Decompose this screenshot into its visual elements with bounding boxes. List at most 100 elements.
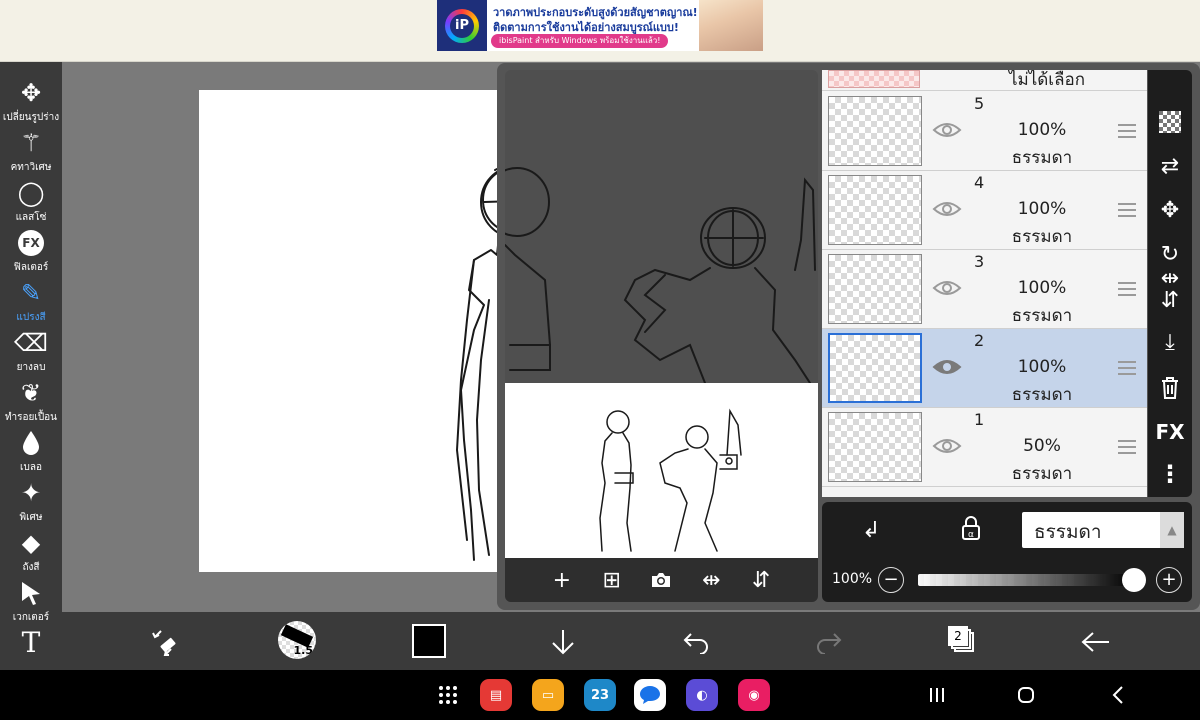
visibility-eye-icon[interactable]: [932, 355, 962, 379]
app-drawer-icon[interactable]: [432, 679, 464, 711]
visibility-eye-icon[interactable]: [932, 197, 962, 221]
clipping-icon[interactable]: ↲: [862, 518, 886, 543]
system-back-icon[interactable]: [1106, 683, 1130, 707]
drag-handle-icon[interactable]: [1118, 440, 1136, 454]
layer-row-2[interactable]: 2 100% ธรรมดา: [822, 329, 1147, 408]
save-down-arrow-icon[interactable]: [543, 622, 583, 662]
left-toolbar: ✥ เปลี่ยนรูปร่าง ⚚ คทาวิเศษ ◯ แลสโซ่ FX …: [0, 62, 62, 670]
layer-row-4[interactable]: 4 100% ธรรมดา: [822, 171, 1147, 250]
recent-apps-icon[interactable]: [925, 683, 949, 707]
opacity-slider-handle[interactable]: [1122, 568, 1146, 592]
tool-label: ฟิลเตอร์: [13, 262, 49, 273]
preview-sketch-overlay: [484, 167, 816, 384]
swap-layers-icon[interactable]: ⇄: [1148, 146, 1192, 186]
smudge-icon: ❦: [20, 379, 42, 407]
tool-smudge[interactable]: ❦ ทำรอยเปื้อน: [0, 378, 62, 428]
blend-mode-value: ธรรมดา: [1034, 521, 1102, 543]
files-app-icon[interactable]: ▭: [532, 679, 564, 711]
tool-magic-wand[interactable]: ⚚ คทาวิเศษ: [0, 128, 62, 178]
drag-handle-icon[interactable]: [1118, 124, 1136, 138]
delete-layer-icon[interactable]: [1148, 368, 1192, 408]
lasso-icon: ◯: [17, 179, 45, 207]
add-special-layer-icon[interactable]: ⊞: [599, 567, 625, 593]
layer-blend-mode: ธรรมดา: [1011, 148, 1073, 168]
layer-row-5[interactable]: 5 100% ธรรมดา: [822, 92, 1147, 171]
tool-brush[interactable]: ✎ แปรงสี: [0, 278, 62, 328]
brush-icon: ✎: [20, 279, 42, 307]
flip-horizontal-icon[interactable]: ⇹: [698, 567, 724, 593]
add-layer-icon[interactable]: +: [549, 567, 575, 593]
selection-layer-thumb: [828, 70, 920, 88]
layer-preview-top: [484, 70, 818, 384]
opacity-plus-button[interactable]: +: [1156, 567, 1182, 593]
visibility-eye-icon[interactable]: [932, 118, 962, 142]
layer-number: 5: [974, 94, 985, 113]
internet-app-icon[interactable]: ◐: [686, 679, 718, 711]
brush-size-value: 1.5: [293, 644, 314, 657]
quick-toggle-eraser-icon[interactable]: [144, 622, 184, 662]
back-arrow-icon[interactable]: [1076, 622, 1116, 662]
tool-label: เปลี่ยนรูปร่าง: [2, 112, 60, 123]
layer-number: 4: [974, 173, 985, 192]
transparent-layer-icon[interactable]: [1148, 102, 1192, 142]
merge-down-icon[interactable]: ⤓: [1148, 322, 1192, 362]
calendar-app-icon[interactable]: 23: [584, 679, 616, 711]
layer-row-3[interactable]: 3 100% ธรรมดา: [822, 250, 1147, 329]
tool-vector[interactable]: เวกเตอร์: [0, 578, 62, 628]
brush-size-indicator[interactable]: 1.5: [278, 621, 316, 659]
more-options-icon[interactable]: ⋮: [1148, 454, 1192, 494]
tool-eraser[interactable]: ⌫ ยางลบ: [0, 328, 62, 378]
flip-layer-vertical-icon[interactable]: ⇵: [1148, 280, 1192, 320]
layer-opacity: 100%: [1017, 357, 1067, 377]
ad-logo-text: iP: [450, 13, 474, 38]
redo-icon[interactable]: [809, 622, 849, 662]
tool-transform[interactable]: ✥ เปลี่ยนรูปร่าง: [0, 78, 62, 128]
notes-app-icon[interactable]: ▤: [480, 679, 512, 711]
dropdown-arrow-icon: ▲: [1160, 512, 1184, 548]
layer-blend-mode: ธรรมดา: [1011, 227, 1073, 247]
home-icon[interactable]: [1014, 683, 1038, 707]
opacity-value: 100%: [832, 571, 873, 587]
color-swatch[interactable]: [412, 624, 446, 658]
layer-opacity: 100%: [1017, 278, 1067, 298]
tool-label: แปรงสี: [16, 312, 46, 323]
flip-vertical-icon[interactable]: ⇵: [748, 567, 774, 593]
layer-thumbnail: [828, 254, 922, 324]
blend-mode-select[interactable]: ธรรมดา ▲: [1022, 512, 1184, 548]
preview-thumbnail-sketch: [599, 408, 742, 552]
ad-cta[interactable]: ibisPaint สำหรับ Windows พร้อมใช้งานแล้ว…: [491, 34, 669, 48]
layer-opacity-bar: 100% − +: [822, 558, 1192, 602]
fx-glyph: FX: [18, 230, 44, 256]
layer-no-selection-row[interactable]: ไม่ได้เลือก: [822, 70, 1147, 91]
visibility-eye-icon[interactable]: [932, 434, 962, 458]
opacity-minus-button[interactable]: −: [878, 567, 904, 593]
text-tool-icon: T: [21, 626, 41, 659]
alpha-lock-icon[interactable]: α: [960, 516, 984, 542]
visibility-eye-icon[interactable]: [932, 276, 962, 300]
move-layer-icon[interactable]: ✥: [1148, 190, 1192, 230]
messages-app-icon[interactable]: [634, 679, 666, 711]
layer-list[interactable]: ไม่ได้เลือก 5 100% ธรรมดา 4 100% ธรรมดา …: [822, 70, 1147, 497]
layer-row-1[interactable]: 1 50% ธรรมดา: [822, 408, 1147, 487]
tool-fill[interactable]: ◆ ถังสี: [0, 528, 62, 578]
drag-handle-icon[interactable]: [1118, 361, 1136, 375]
ibispaint-logo-icon: iP: [437, 0, 487, 51]
ad-bar: iP วาดภาพประกอบระดับสูงด้วยสัญชาตญาณ! ติ…: [0, 0, 1200, 62]
layer-thumbnail: [828, 412, 922, 482]
tool-label: ถังสี: [22, 562, 40, 573]
camera-icon[interactable]: [648, 567, 674, 593]
opacity-slider[interactable]: [918, 574, 1134, 586]
screen-recorder-app-icon[interactable]: ◉: [738, 679, 770, 711]
blend-mode-bar: ↲ α ธรรมดา ▲: [822, 502, 1192, 558]
ad-banner[interactable]: iP วาดภาพประกอบระดับสูงด้วยสัญชาตญาณ! ติ…: [437, 0, 763, 51]
drag-handle-icon[interactable]: [1118, 282, 1136, 296]
tool-special[interactable]: ✦ พิเศษ: [0, 478, 62, 528]
undo-icon[interactable]: [676, 622, 716, 662]
layers-button[interactable]: 2: [948, 626, 974, 652]
tool-blur[interactable]: เบลอ: [0, 428, 62, 478]
layer-fx-icon[interactable]: FX: [1148, 412, 1192, 452]
tool-filter[interactable]: FX ฟิลเตอร์: [0, 228, 62, 278]
tool-lasso[interactable]: ◯ แลสโซ่: [0, 178, 62, 228]
drag-handle-icon[interactable]: [1118, 203, 1136, 217]
layer-opacity: 100%: [1017, 120, 1067, 140]
